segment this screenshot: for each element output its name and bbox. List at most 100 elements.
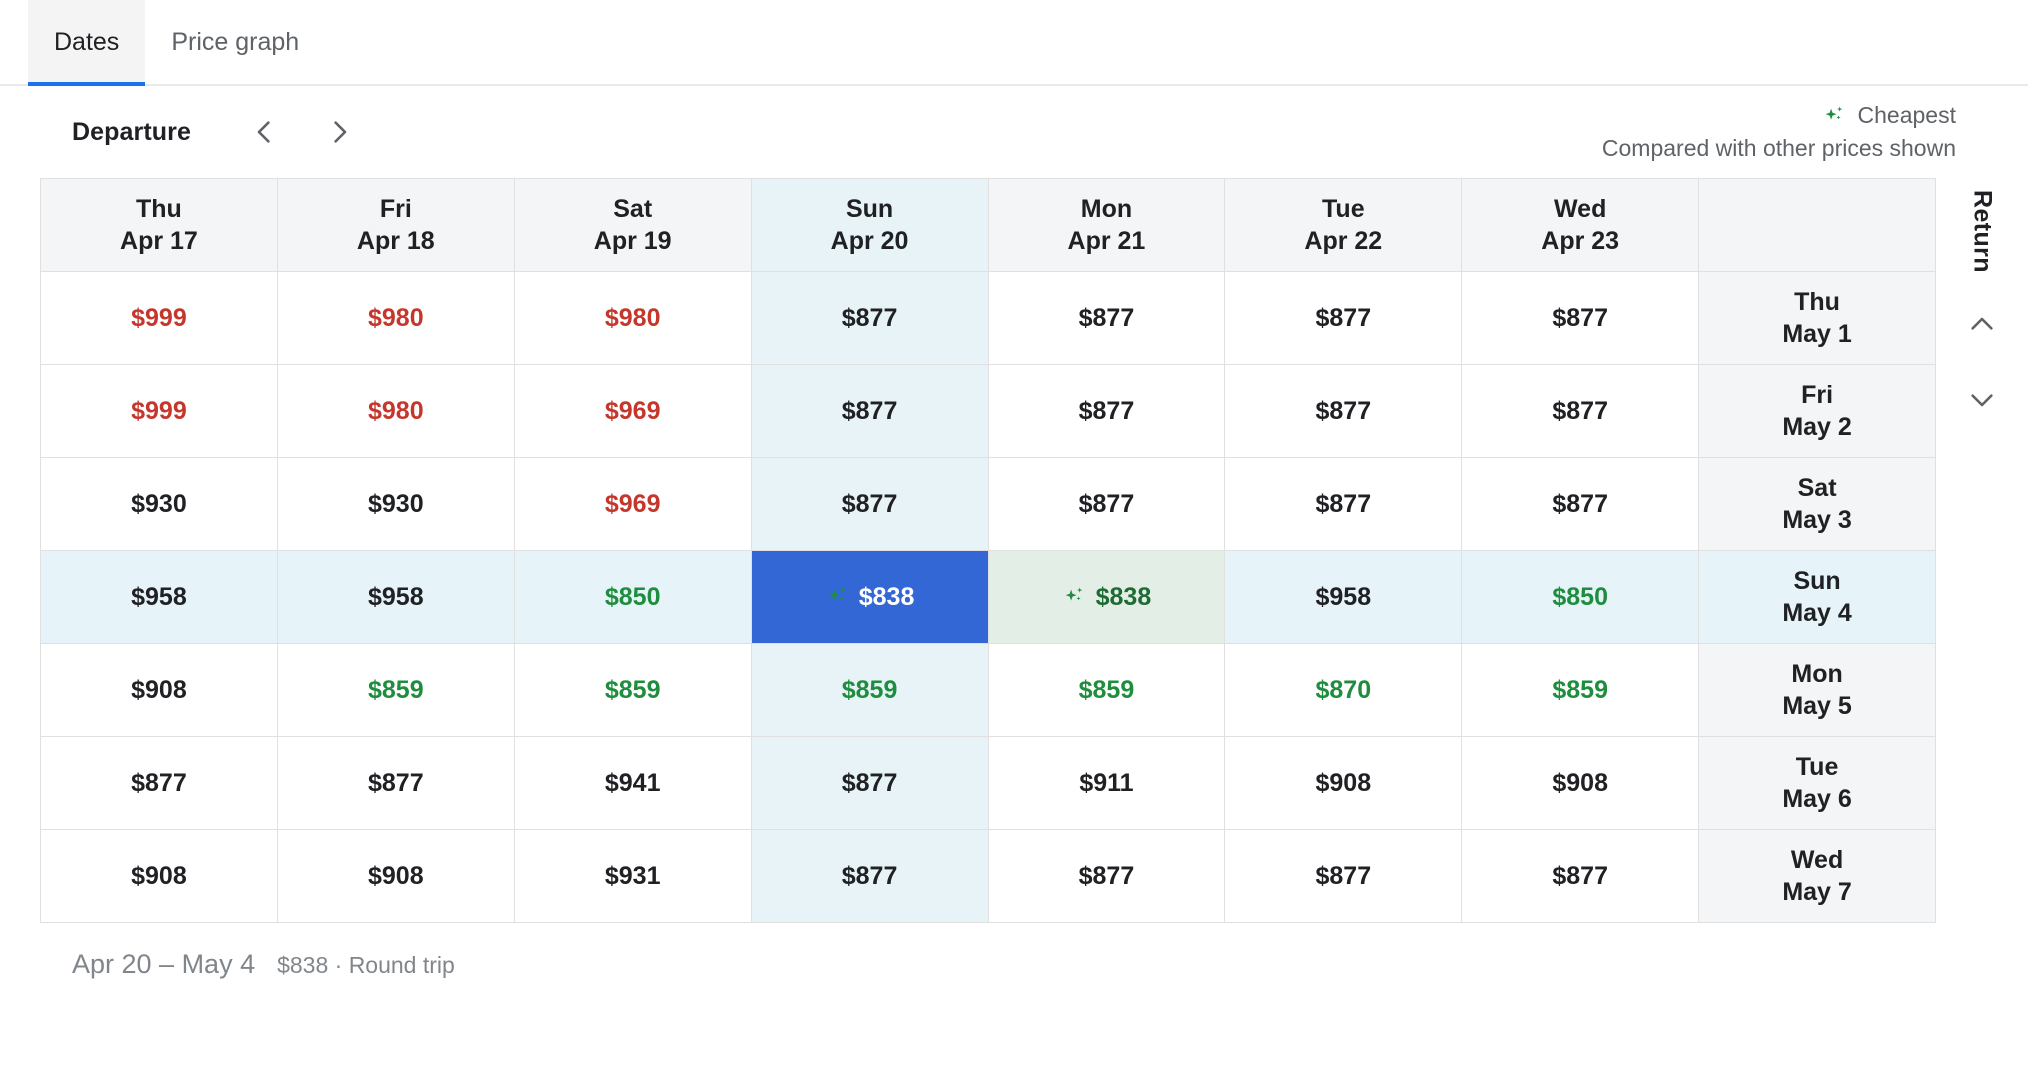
fare-cell[interactable]: $980: [276, 271, 515, 365]
fare-cell[interactable]: $958: [40, 550, 278, 644]
fare-rows: $999 $980 $980 $877 $877 $877 $877 Thu May 1 $999…: [40, 271, 1936, 923]
fare-cell[interactable]: $999: [40, 364, 278, 458]
fare-cell[interactable]: $911: [987, 736, 1226, 830]
fare-cell[interactable]: $877: [40, 736, 278, 830]
fare-row: $958 $958 $850 $838 $838 $958 $850 Sun May 4: [40, 550, 1936, 644]
fare-cell[interactable]: $877: [1224, 364, 1463, 458]
departure-weekday: Fri: [379, 195, 412, 223]
return-weekday: Fri: [1801, 381, 1834, 409]
fare-cell[interactable]: $877: [1224, 271, 1463, 365]
return-date: May 2: [1782, 413, 1852, 441]
fare-price: $941: [604, 768, 661, 797]
fare-cell[interactable]: $877: [1461, 364, 1700, 458]
departure-day-header[interactable]: Sun Apr 20: [750, 178, 989, 272]
fare-row: $877 $877 $941 $877 $911 $908 $908 Tue May 6: [40, 736, 1936, 830]
cheapest-legend: Cheapest Compared with other prices show…: [1602, 102, 1988, 162]
fare-cell[interactable]: $877: [1461, 829, 1700, 923]
fare-cell[interactable]: $908: [40, 643, 278, 737]
fare-price: $908: [1552, 768, 1608, 797]
fare-price: $980: [368, 303, 424, 332]
fare-cell[interactable]: $908: [276, 829, 515, 923]
fare-cell[interactable]: $969: [513, 457, 752, 551]
tab-dates-label: Dates: [54, 27, 120, 56]
fare-cell[interactable]: $877: [987, 364, 1226, 458]
next-dates-button[interactable]: [313, 105, 367, 159]
return-date: May 7: [1782, 878, 1852, 906]
fare-row: $908 $859 $859 $859 $859 $870 $859 Mon May 5: [40, 643, 1936, 737]
fare-cell[interactable]: $877: [750, 364, 989, 458]
fare-cell[interactable]: $980: [513, 271, 752, 365]
fare-cell[interactable]: $877: [750, 736, 989, 830]
fare-cell[interactable]: $877: [987, 271, 1226, 365]
fare-cell[interactable]: $877: [750, 457, 989, 551]
fare-price: $859: [368, 675, 424, 704]
fare-price: $877: [368, 768, 424, 797]
fare-cell[interactable]: $877: [1224, 457, 1463, 551]
fare-price: $850: [1552, 582, 1608, 611]
fare-cell[interactable]: $980: [276, 364, 515, 458]
fare-cell[interactable]: $908: [1461, 736, 1700, 830]
fare-cell[interactable]: $958: [276, 550, 515, 644]
return-day-header[interactable]: Sat May 3: [1698, 457, 1936, 551]
fare-cell[interactable]: $941: [513, 736, 752, 830]
fare-price: $877: [841, 303, 898, 332]
fare-cell[interactable]: $877: [750, 829, 989, 923]
return-day-header[interactable]: Mon May 5: [1698, 643, 1936, 737]
return-scroll-down-button[interactable]: [1954, 375, 2010, 431]
fare-cell[interactable]: $930: [276, 457, 515, 551]
view-tabs: Dates Price graph: [0, 0, 2028, 86]
fare-cell-selected[interactable]: $838: [750, 550, 989, 644]
fare-cell[interactable]: $850: [513, 550, 752, 644]
return-scroll-up-button[interactable]: [1954, 299, 2010, 355]
fare-price: $877: [1552, 489, 1608, 518]
fare-cell[interactable]: $958: [1224, 550, 1463, 644]
return-day-header[interactable]: Tue May 6: [1698, 736, 1936, 830]
fare-cell[interactable]: $877: [987, 829, 1226, 923]
tab-dates[interactable]: Dates: [28, 0, 146, 86]
fare-cell[interactable]: $850: [1461, 550, 1700, 644]
fare-price: $877: [1078, 303, 1135, 332]
fare-cell[interactable]: $877: [987, 457, 1226, 551]
fare-cell[interactable]: $969: [513, 364, 752, 458]
fare-cell[interactable]: $877: [1224, 829, 1463, 923]
fare-cell[interactable]: $908: [1224, 736, 1463, 830]
return-day-header[interactable]: Fri May 2: [1698, 364, 1936, 458]
fare-cell[interactable]: $930: [40, 457, 278, 551]
fare-cell[interactable]: $859: [276, 643, 515, 737]
fare-cell[interactable]: $908: [40, 829, 278, 923]
departure-day-header[interactable]: Fri Apr 18: [276, 178, 515, 272]
departure-day-header[interactable]: Thu Apr 17: [40, 178, 278, 272]
departure-date: Apr 17: [120, 227, 198, 255]
return-day-header[interactable]: Sun May 4: [1698, 550, 1936, 644]
fare-cell[interactable]: $877: [1461, 457, 1700, 551]
fare-cell[interactable]: $877: [1461, 271, 1700, 365]
return-day-header[interactable]: Thu May 1: [1698, 271, 1936, 365]
sparkle-icon: [1822, 103, 1848, 129]
fare-price: $969: [604, 396, 661, 425]
fare-cell[interactable]: $999: [40, 271, 278, 365]
grid-corner-cell: [1698, 178, 1936, 272]
return-date: May 5: [1782, 692, 1852, 720]
departure-day-header[interactable]: Mon Apr 21: [987, 178, 1226, 272]
fare-cell[interactable]: $877: [750, 271, 989, 365]
fare-cell[interactable]: $870: [1224, 643, 1463, 737]
previous-dates-button[interactable]: [237, 105, 291, 159]
tab-price-graph[interactable]: Price graph: [145, 0, 325, 84]
fare-cell[interactable]: $859: [987, 643, 1226, 737]
departure-day-header[interactable]: Sat Apr 19: [513, 178, 752, 272]
departure-day-header[interactable]: Wed Apr 23: [1461, 178, 1700, 272]
fare-cell-cheapest[interactable]: $838: [987, 550, 1226, 644]
fare-price: $870: [1315, 675, 1372, 704]
return-day-header[interactable]: Wed May 7: [1698, 829, 1936, 923]
fare-matrix: Thu Apr 17 Fri Apr 18 Sat Apr 19 Sun Apr 20 Mon A…: [40, 178, 1936, 923]
departure-day-header[interactable]: Tue Apr 22: [1224, 178, 1463, 272]
fare-cell[interactable]: $859: [513, 643, 752, 737]
fare-cell[interactable]: $931: [513, 829, 752, 923]
departure-header-row: Thu Apr 17 Fri Apr 18 Sat Apr 19 Sun Apr 20 Mon A…: [40, 178, 1936, 272]
fare-cell[interactable]: $877: [276, 736, 515, 830]
fare-cell[interactable]: $859: [750, 643, 989, 737]
fare-price: $980: [604, 303, 661, 332]
fare-cell[interactable]: $859: [1461, 643, 1700, 737]
departure-weekday: Sun: [845, 195, 894, 223]
return-weekday: Tue: [1795, 753, 1839, 781]
